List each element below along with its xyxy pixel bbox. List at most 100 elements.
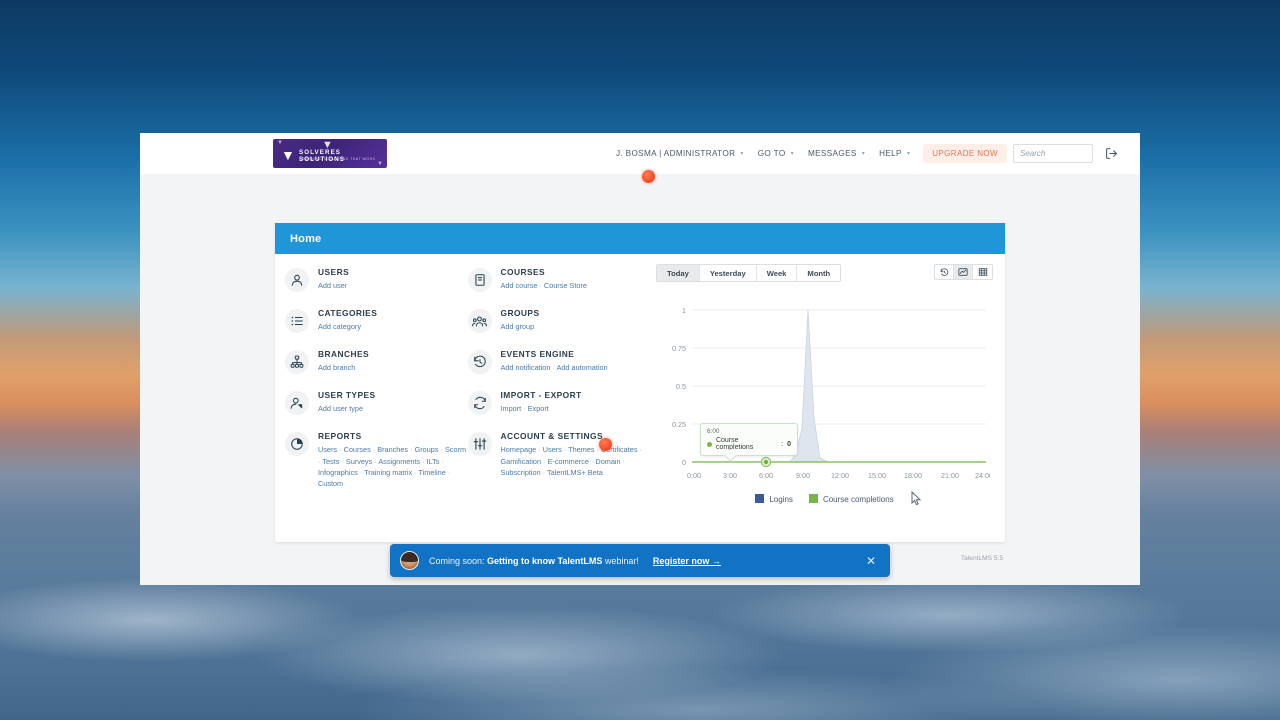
site-logo[interactable]: ▼ ▼ ▼ ▼ SOLVERES SOLUTIONS LEARNING SOLU… bbox=[273, 139, 387, 168]
shortcut-categories-text: CATEGORIES Add category bbox=[318, 308, 377, 333]
shortcut-categories: CATEGORIES Add category bbox=[285, 308, 468, 333]
link-add-user-type[interactable]: Add user type bbox=[318, 404, 363, 413]
shortcut-account-settings-links: Homepage · Users · Themes · Certificates… bbox=[501, 444, 651, 478]
book-icon bbox=[467, 268, 492, 292]
link-settings-ecommerce[interactable]: E-commerce bbox=[548, 457, 589, 466]
link-import[interactable]: Import bbox=[501, 404, 522, 413]
logout-icon[interactable] bbox=[1105, 147, 1118, 160]
svg-text:0.75: 0.75 bbox=[672, 344, 686, 353]
search-input[interactable]: Search bbox=[1013, 144, 1093, 163]
legend-item-course-completions[interactable]: Course completions bbox=[808, 494, 894, 504]
shortcuts-right-column: COURSES Add course · Course Store GROUPS… bbox=[467, 267, 651, 542]
chart-tooltip: 6:00 Course completions: 0 bbox=[700, 423, 798, 462]
sliders-icon bbox=[467, 432, 492, 456]
nav-item-messages[interactable]: MESSAGES ▾ bbox=[801, 145, 872, 162]
shortcut-groups-text: GROUPS Add group bbox=[501, 308, 540, 333]
shortcut-user-types-links: Add user type bbox=[318, 403, 376, 414]
link-export[interactable]: Export bbox=[528, 404, 549, 413]
link-report-assignments[interactable]: Assignments bbox=[378, 457, 420, 466]
chart-highlight-dot bbox=[763, 459, 769, 465]
shortcut-events-engine: EVENTS ENGINE Add notification · Add aut… bbox=[467, 349, 651, 374]
mouse-cursor bbox=[911, 490, 922, 511]
link-report-surveys[interactable]: Surveys bbox=[346, 457, 372, 466]
hotspot-settings[interactable] bbox=[599, 438, 612, 451]
link-settings-domain[interactable]: Domain bbox=[595, 457, 620, 466]
link-settings-themes[interactable]: Themes bbox=[568, 445, 594, 454]
close-icon[interactable]: ✕ bbox=[866, 555, 876, 567]
svg-text:15:00: 15:00 bbox=[868, 471, 886, 480]
link-report-groups[interactable]: Groups bbox=[415, 445, 439, 454]
range-month-button[interactable]: Month bbox=[797, 265, 841, 281]
link-report-courses[interactable]: Courses bbox=[344, 445, 371, 454]
link-report-infographics[interactable]: Infographics bbox=[318, 468, 358, 477]
link-add-user[interactable]: Add user bbox=[318, 281, 347, 290]
link-settings-users[interactable]: Users bbox=[543, 445, 562, 454]
shortcut-users-title: USERS bbox=[318, 267, 350, 277]
nav-item-help[interactable]: HELP ▾ bbox=[872, 145, 917, 162]
svg-text:12:00: 12:00 bbox=[831, 471, 849, 480]
range-today-button[interactable]: Today bbox=[657, 265, 700, 281]
link-report-users[interactable]: Users bbox=[318, 445, 337, 454]
chart-y-axis-labels: 1 0.75 0.5 0.25 0 bbox=[672, 306, 686, 467]
svg-text:24:00: 24:00 bbox=[975, 471, 990, 480]
chart-icon[interactable] bbox=[954, 265, 973, 279]
link-add-course[interactable]: Add course bbox=[501, 281, 538, 290]
upgrade-now-button[interactable]: UPGRADE NOW bbox=[923, 144, 1007, 163]
link-add-notification[interactable]: Add notification bbox=[501, 363, 551, 372]
nav-item-goto-label: GO TO bbox=[757, 149, 786, 158]
nav-item-account-label: J. BOSMA | ADMINISTRATOR bbox=[615, 149, 736, 158]
shortcut-import-export: IMPORT - EXPORT Import · Export bbox=[467, 390, 651, 415]
user-icon bbox=[285, 268, 309, 292]
link-settings-talentlms-plus[interactable]: TalentLMS+ Beta bbox=[547, 468, 603, 477]
history-icon[interactable] bbox=[935, 265, 954, 279]
link-report-branches[interactable]: Branches bbox=[377, 445, 408, 454]
legend-item-logins[interactable]: Logins bbox=[755, 494, 793, 504]
link-report-scorm[interactable]: Scorm bbox=[445, 445, 466, 454]
user-tag-icon bbox=[285, 391, 309, 415]
link-add-automation[interactable]: Add automation bbox=[557, 363, 608, 372]
shortcut-courses-title: COURSES bbox=[500, 267, 546, 277]
link-report-ilts[interactable]: ILTs bbox=[427, 457, 440, 466]
link-report-training-matrix[interactable]: Training matrix bbox=[364, 468, 412, 477]
clock-rewind-icon bbox=[467, 350, 492, 374]
chart-panel: Today Yesterday Week Month 1 0.75 0.5 0.… bbox=[650, 254, 1005, 542]
link-add-group[interactable]: Add group bbox=[501, 322, 535, 331]
chevron-down-icon: ▾ bbox=[790, 151, 794, 157]
svg-text:9:00: 9:00 bbox=[796, 471, 810, 480]
shortcut-branches-text: BRANCHES Add branch bbox=[318, 349, 370, 374]
legend-label-course-completions: Course completions bbox=[822, 495, 894, 504]
register-now-link[interactable]: Register now → bbox=[653, 556, 721, 566]
link-add-category[interactable]: Add category bbox=[318, 322, 361, 331]
table-icon[interactable] bbox=[973, 265, 992, 279]
link-report-tests[interactable]: Tests bbox=[322, 457, 339, 466]
link-add-branch[interactable]: Add branch bbox=[318, 363, 355, 372]
nav-item-goto[interactable]: GO TO ▾ bbox=[751, 145, 801, 162]
shortcut-branches-title: BRANCHES bbox=[318, 349, 370, 359]
activity-chart[interactable]: 1 0.75 0.5 0.25 0 0:00 3:00 6:00 9:00 12… bbox=[656, 298, 993, 488]
link-settings-gamification[interactable]: Gamification bbox=[501, 457, 542, 466]
svg-text:3:00: 3:00 bbox=[723, 471, 737, 480]
pie-chart-icon bbox=[285, 432, 309, 456]
link-course-store[interactable]: Course Store bbox=[544, 281, 587, 290]
svg-text:18:00: 18:00 bbox=[904, 471, 922, 480]
link-report-timeline[interactable]: Timeline bbox=[418, 468, 445, 477]
tooltip-row: Course completions: 0 bbox=[707, 437, 791, 451]
hotspot-top[interactable] bbox=[642, 170, 655, 183]
legend-label-logins: Logins bbox=[769, 495, 793, 504]
tooltip-series-dot bbox=[707, 441, 712, 447]
webinar-banner: Coming soon: Getting to know TalentLMS w… bbox=[390, 544, 890, 577]
range-yesterday-button[interactable]: Yesterday bbox=[699, 265, 757, 281]
banner-bold: Getting to know TalentLMS bbox=[487, 555, 603, 566]
nav-item-account[interactable]: J. BOSMA | ADMINISTRATOR ▾ bbox=[609, 145, 751, 162]
app-window: ▼ ▼ ▼ ▼ SOLVERES SOLUTIONS LEARNING SOLU… bbox=[140, 133, 1140, 585]
nav-items: J. BOSMA | ADMINISTRATOR ▾ GO TO ▾ MESSA… bbox=[609, 144, 1118, 163]
link-report-custom[interactable]: Custom bbox=[318, 479, 343, 488]
logo-subtext: LEARNING SOLUTIONS THAT WORK bbox=[300, 157, 376, 161]
separator: · bbox=[439, 456, 444, 466]
legend-swatch-course-completions bbox=[808, 494, 818, 503]
shortcut-branches-links: Add branch bbox=[318, 362, 369, 373]
link-settings-homepage[interactable]: Homepage bbox=[501, 445, 537, 454]
link-settings-subscription[interactable]: Subscription bbox=[501, 468, 541, 477]
shortcut-courses: COURSES Add course · Course Store bbox=[467, 267, 651, 292]
range-week-button[interactable]: Week bbox=[756, 265, 798, 281]
